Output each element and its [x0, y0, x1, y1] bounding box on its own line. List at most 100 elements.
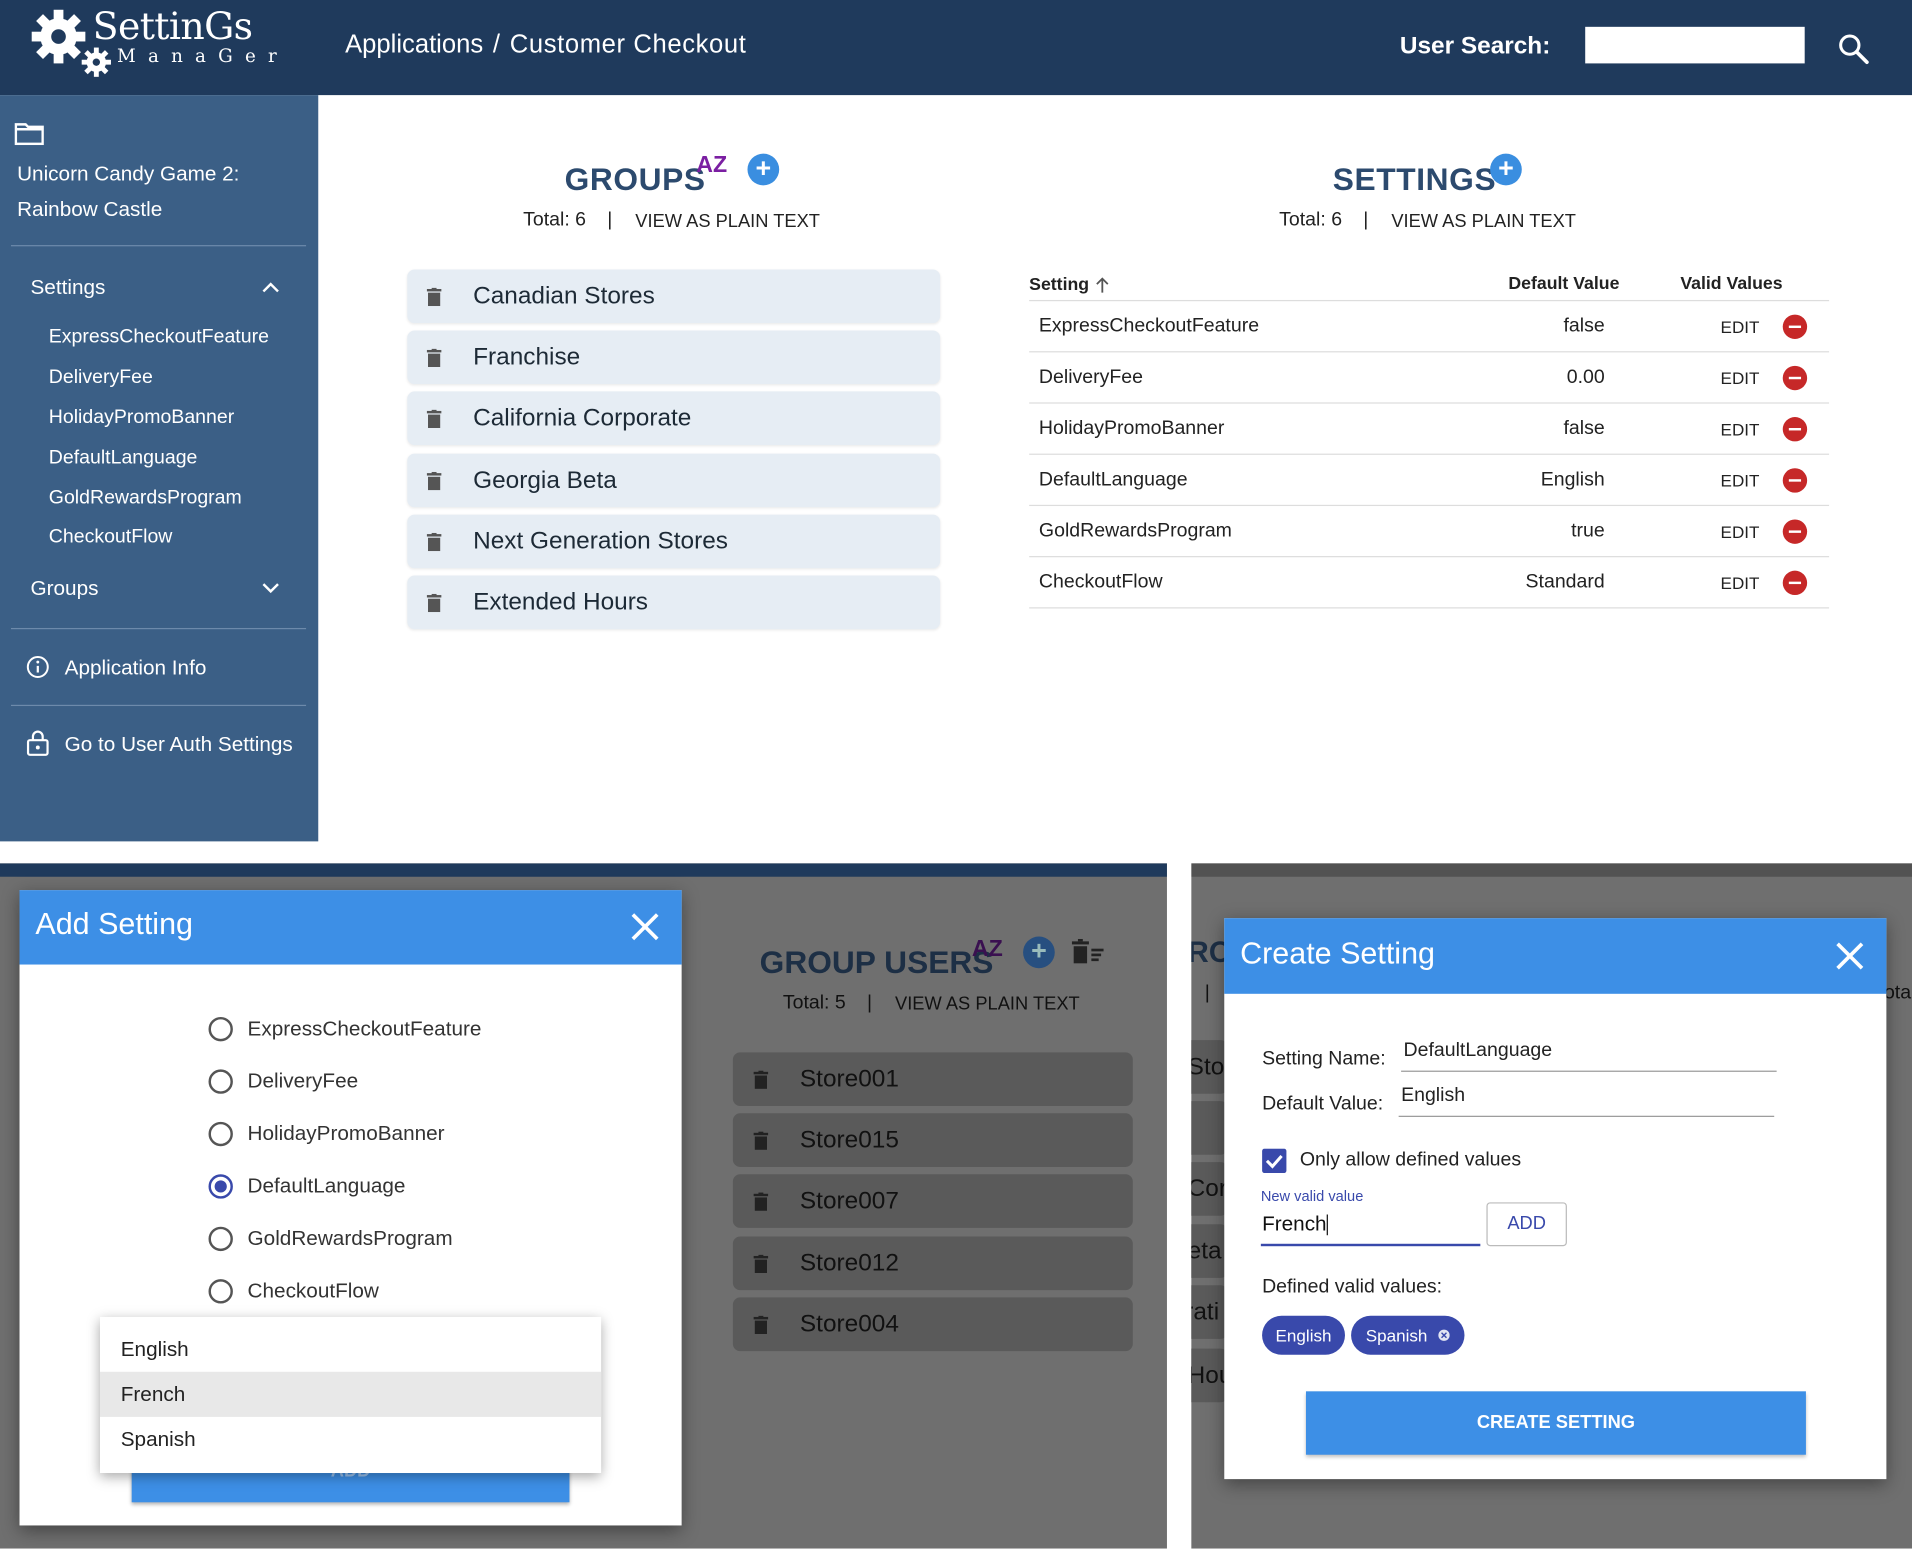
settings-view-plain-text-link[interactable]: VIEW AS PLAIN TEXT: [1391, 211, 1576, 232]
background-row-fragment-text: Cor: [1191, 1175, 1227, 1203]
trash-icon[interactable]: [426, 593, 442, 612]
checkbox-checked-icon[interactable]: [1262, 1148, 1287, 1174]
application-name-line2: Rainbow Castle: [17, 197, 163, 221]
trash-icon[interactable]: [753, 1191, 769, 1211]
chevron-up-icon[interactable]: [260, 280, 282, 295]
sidebar-groups-heading[interactable]: Groups: [30, 577, 98, 601]
radio-goldrewardsprogram[interactable]: [208, 1226, 233, 1252]
search-icon[interactable]: [1836, 32, 1870, 66]
sidebar: Unicorn Candy Game 2: Rainbow Castle Set…: [0, 95, 319, 842]
group-name: Extended Hours: [473, 588, 649, 616]
radio-label[interactable]: DeliveryFee: [248, 1069, 359, 1093]
column-setting[interactable]: Setting: [1029, 276, 1089, 296]
close-icon[interactable]: [1835, 941, 1864, 970]
trash-icon[interactable]: [753, 1315, 769, 1334]
user-search-input[interactable]: [1585, 26, 1805, 64]
chevron-down-icon[interactable]: [260, 580, 282, 595]
new-valid-value-input[interactable]: French: [1260, 1208, 1481, 1247]
trash-icon[interactable]: [426, 471, 442, 490]
sidebar-item-goldrewardsprogram[interactable]: GoldRewardsProgram: [49, 488, 242, 510]
edit-link[interactable]: EDIT: [1721, 368, 1760, 388]
lock-icon: [26, 730, 49, 756]
arrow-up-icon[interactable]: [1095, 277, 1110, 294]
add-user-icon[interactable]: +: [1023, 936, 1055, 969]
group-user-name: Store015: [799, 1126, 899, 1153]
radio-expresscheckoutfeature[interactable]: [208, 1016, 233, 1042]
valid-value-chip[interactable]: Spanish: [1351, 1315, 1465, 1355]
add-valid-value-button[interactable]: ADD: [1486, 1202, 1567, 1247]
breadcrumb-applications[interactable]: Applications: [345, 30, 483, 59]
sidebar-item-holidaypromobanner[interactable]: HolidayPromoBanner: [49, 407, 234, 429]
radio-defaultlanguage[interactable]: [208, 1174, 233, 1199]
trash-icon[interactable]: [753, 1070, 769, 1089]
info-icon: [26, 656, 49, 678]
radio-holidaypromobanner[interactable]: [208, 1121, 233, 1147]
group-user-row[interactable]: Store001: [732, 1052, 1133, 1106]
group-user-row[interactable]: Store004: [732, 1297, 1133, 1352]
group-user-row[interactable]: Store012: [732, 1236, 1133, 1291]
group-users-view-plain-text-link[interactable]: VIEW AS PLAIN TEXT: [895, 994, 1080, 1015]
edit-link[interactable]: EDIT: [1721, 317, 1760, 337]
radio-label[interactable]: ExpressCheckoutFeature: [248, 1017, 482, 1041]
radio-checkoutflow[interactable]: [208, 1279, 233, 1304]
edit-link[interactable]: EDIT: [1721, 419, 1760, 439]
add-setting-icon[interactable]: +: [1490, 153, 1522, 186]
sidebar-settings-heading[interactable]: Settings: [30, 276, 105, 300]
group-row[interactable]: Extended Hours: [407, 575, 941, 630]
default-value-field[interactable]: English: [1398, 1083, 1775, 1117]
radio-label[interactable]: DefaultLanguage: [248, 1174, 406, 1198]
valid-value-chip[interactable]: English: [1262, 1315, 1345, 1355]
sidebar-item-expresscheckoutfeature[interactable]: ExpressCheckoutFeature: [49, 327, 269, 349]
remove-icon[interactable]: [1782, 570, 1808, 596]
radio-label[interactable]: CheckoutFlow: [248, 1279, 379, 1303]
remove-icon[interactable]: [1782, 468, 1808, 493]
group-row[interactable]: Georgia Beta: [407, 453, 941, 508]
dropdown-option[interactable]: Spanish: [100, 1417, 601, 1462]
close-icon[interactable]: [630, 912, 659, 941]
dropdown-option-highlighted[interactable]: French: [99, 1371, 602, 1417]
background-row-fragment: Hou: [1191, 1348, 1232, 1403]
sort-az-icon[interactable]: AZ: [972, 936, 1003, 963]
remove-icon[interactable]: [1782, 519, 1808, 544]
trash-icon[interactable]: [426, 348, 442, 367]
remove-icon[interactable]: [1782, 417, 1808, 442]
edit-link[interactable]: EDIT: [1721, 573, 1760, 593]
trash-icon[interactable]: [426, 409, 442, 428]
sidebar-user-auth-settings[interactable]: Go to User Auth Settings: [65, 733, 293, 757]
trash-icon[interactable]: [426, 532, 442, 551]
sidebar-item-deliveryfee[interactable]: DeliveryFee: [49, 367, 153, 389]
group-row[interactable]: Canadian Stores: [407, 269, 941, 324]
edit-link[interactable]: EDIT: [1721, 522, 1760, 542]
delete-all-icon[interactable]: [1071, 938, 1106, 966]
setting-name-value: DefaultLanguage: [1403, 1040, 1553, 1061]
groups-view-plain-text-link[interactable]: VIEW AS PLAIN TEXT: [635, 211, 820, 232]
setting-name-field[interactable]: DefaultLanguage: [1401, 1038, 1777, 1072]
add-group-icon[interactable]: +: [747, 153, 780, 186]
group-row[interactable]: Franchise: [407, 330, 941, 385]
groups-total: Total: 6: [523, 209, 587, 231]
sidebar-application-info[interactable]: Application Info: [65, 656, 207, 680]
remove-icon[interactable]: [1782, 365, 1808, 391]
edit-link[interactable]: EDIT: [1721, 471, 1760, 491]
logo-subtitle: ManaGer: [117, 45, 289, 68]
radio-label[interactable]: GoldRewardsProgram: [248, 1227, 453, 1251]
only-defined-values-label[interactable]: Only allow defined values: [1300, 1150, 1521, 1172]
group-users-total: Total: 5: [782, 992, 846, 1014]
sidebar-item-checkoutflow[interactable]: CheckoutFlow: [49, 527, 173, 549]
sort-az-icon[interactable]: AZ: [696, 152, 733, 186]
remove-icon[interactable]: [1782, 314, 1808, 339]
group-user-row[interactable]: Store015: [732, 1113, 1133, 1167]
radio-label[interactable]: HolidayPromoBanner: [248, 1122, 445, 1146]
sidebar-item-defaultlanguage[interactable]: DefaultLanguage: [49, 448, 198, 470]
dropdown-option[interactable]: English: [100, 1327, 601, 1372]
group-user-row[interactable]: Store007: [732, 1174, 1133, 1228]
app-logo[interactable]: SettinGs ManaGer: [29, 5, 285, 83]
group-row[interactable]: Next Generation Stores: [407, 514, 941, 569]
radio-deliveryfee[interactable]: [208, 1069, 233, 1094]
create-setting-button[interactable]: CREATE SETTING: [1305, 1391, 1806, 1455]
trash-icon[interactable]: [426, 287, 442, 306]
group-row[interactable]: California Corporate: [407, 391, 941, 446]
trash-icon[interactable]: [753, 1254, 769, 1273]
remove-chip-icon[interactable]: [1437, 1324, 1450, 1346]
trash-icon[interactable]: [753, 1130, 769, 1150]
